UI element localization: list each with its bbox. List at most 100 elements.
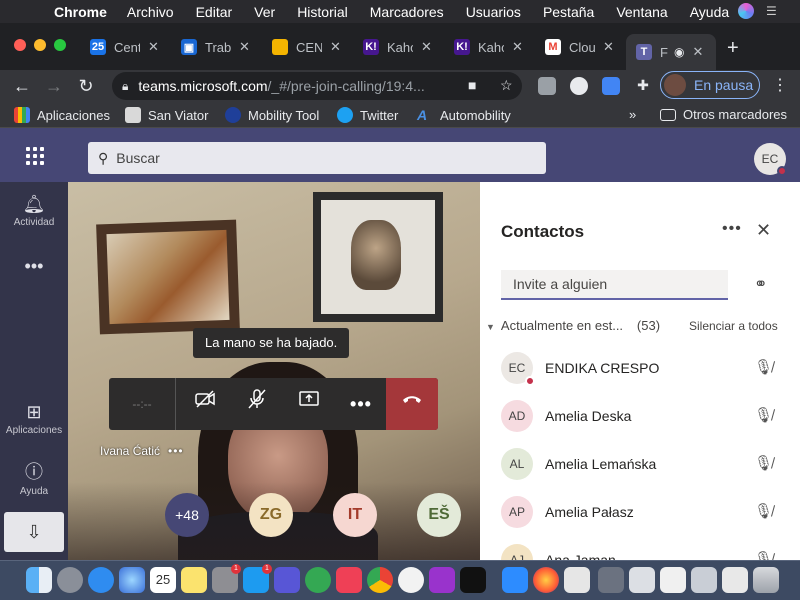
menu-usuarios[interactable]: Usuarios (466, 4, 521, 20)
recent-document-icon[interactable] (660, 567, 686, 593)
rail-actividad[interactable]: 🔔︎ Actividad (0, 194, 68, 228)
tab-close-icon[interactable]: ✕ (148, 39, 159, 55)
app-launcher-icon[interactable] (26, 147, 44, 165)
menu-ventana[interactable]: Ventana (616, 4, 667, 20)
recent-document-icon[interactable] (722, 567, 748, 593)
menu-archivo[interactable]: Archivo (127, 4, 174, 20)
recent-document-icon[interactable] (598, 567, 624, 593)
tab-close-icon[interactable]: ✕ (692, 44, 703, 60)
safari-icon[interactable] (88, 567, 114, 593)
rail-ayuda[interactable]: ⓘ Ayuda (0, 458, 68, 497)
apple-tv-icon[interactable] (460, 567, 486, 593)
chrome-menu-icon[interactable]: ⋮ (772, 75, 788, 95)
mute-all-button[interactable]: Silenciar a todos (689, 319, 778, 333)
extension-icon[interactable] (570, 77, 588, 95)
tab-close-icon[interactable]: ✕ (239, 39, 250, 55)
tab-close-icon[interactable]: ✕ (512, 39, 523, 55)
browser-tab[interactable]: ▣ Trab ✕ (181, 32, 250, 62)
zoom-icon[interactable] (502, 567, 528, 593)
menu-editar[interactable]: Editar (196, 4, 233, 20)
contact-row[interactable]: AL Amelia Lemańska 🎙︎̸ (501, 444, 781, 484)
recorder-icon[interactable] (398, 567, 424, 593)
other-bookmarks[interactable]: Otros marcadores (660, 107, 787, 122)
calendar-dock-icon[interactable]: 25 (150, 567, 176, 593)
recent-document-icon[interactable] (691, 567, 717, 593)
browser-tab[interactable]: CEN ✕ (272, 32, 341, 62)
contact-row[interactable]: EC ENDIKA CRESPO 🎙︎̸ (501, 348, 781, 388)
extensions-puzzle-icon[interactable]: ✚ (634, 77, 652, 95)
tab-close-icon[interactable]: ✕ (421, 39, 432, 55)
menu-marcadores[interactable]: Marcadores (370, 4, 444, 20)
app-menu[interactable]: Chrome (54, 4, 107, 20)
bookmark-aplicaciones[interactable]: Aplicaciones (14, 107, 110, 123)
pocket-icon[interactable] (336, 567, 362, 593)
zoom-window-icon[interactable] (54, 39, 66, 51)
search-box[interactable]: ⚲ Buscar (88, 142, 546, 174)
contact-row[interactable]: AP Amelia Pałasz 🎙︎̸ (501, 492, 781, 532)
new-tab-icon[interactable]: + (727, 37, 739, 60)
imovie-icon[interactable] (274, 567, 300, 593)
menu-ver[interactable]: Ver (254, 4, 275, 20)
siri-icon[interactable] (738, 3, 754, 19)
panel-more-icon[interactable]: ••• (722, 220, 742, 238)
rail-aplicaciones[interactable]: ⊞ Aplicaciones (0, 402, 68, 436)
lock-icon[interactable]: 🔒︎ (122, 79, 128, 94)
back-icon[interactable]: ← (10, 74, 34, 98)
share-screen-icon[interactable] (283, 378, 335, 430)
podcasts-icon[interactable] (429, 567, 455, 593)
address-bar[interactable]: 🔒︎ teams.microsoft.com/_#/pre-join-calli… (112, 72, 522, 100)
launchpad-icon[interactable] (57, 567, 83, 593)
invite-input[interactable] (501, 270, 728, 300)
chrome-dock-icon[interactable] (367, 567, 393, 593)
me-avatar[interactable]: EC (754, 143, 787, 176)
contact-row[interactable]: AD Amelia Deska 🎙︎̸ (501, 396, 781, 436)
stickies-icon[interactable] (181, 567, 207, 593)
recent-document-icon[interactable] (629, 567, 655, 593)
bookmarks-overflow-icon[interactable]: » (629, 107, 636, 122)
reload-icon[interactable]: ↻ (74, 74, 98, 98)
control-center-icon[interactable]: ☰ (766, 3, 782, 19)
system-preferences-icon[interactable]: 1 (212, 564, 241, 593)
camera-in-use-icon[interactable]: ■ (468, 77, 476, 93)
trash-icon[interactable] (753, 567, 779, 593)
keynote-icon[interactable] (564, 567, 590, 593)
mic-off-icon[interactable] (231, 378, 283, 430)
contact-row[interactable]: AJ Ana Jaman 🎙︎̸ (501, 540, 781, 560)
finder-icon[interactable] (26, 567, 52, 593)
participant-bubble[interactable]: EŠ (417, 493, 461, 537)
browser-tab[interactable]: M Clou ✕ (545, 32, 614, 62)
bookmark-twitter[interactable]: Twitter (337, 107, 398, 123)
participant-bubble[interactable]: ZG (249, 493, 293, 537)
forward-icon[interactable]: → (42, 74, 66, 98)
hang-up-button[interactable] (386, 378, 438, 430)
menu-ayuda[interactable]: Ayuda (690, 4, 729, 20)
app-store-icon[interactable]: 1 (243, 564, 272, 593)
extension-icon[interactable] (538, 77, 556, 95)
more-apps-icon[interactable]: ••• (0, 256, 68, 277)
tab-close-icon[interactable]: ✕ (330, 39, 341, 55)
bookmark-san-viator[interactable]: San Viator (125, 107, 208, 123)
browser-tab-active[interactable]: T F ◉ ✕ (626, 34, 716, 70)
firefox-icon[interactable] (533, 567, 559, 593)
bookmark-mobility-tool[interactable]: Mobility Tool (225, 107, 319, 123)
bookmark-automobility[interactable]: A Automobility (417, 107, 511, 123)
browser-tab[interactable]: K! Kaho ✕ (454, 32, 523, 62)
translate-extension-icon[interactable] (602, 77, 620, 95)
close-icon[interactable]: ✕ (756, 220, 771, 241)
copy-link-icon[interactable]: ⚭ (754, 274, 767, 294)
download-app-icon[interactable]: ⇩ (4, 512, 64, 552)
siri-dock-icon[interactable] (119, 567, 145, 593)
menu-historial[interactable]: Historial (297, 4, 348, 20)
tab-close-icon[interactable]: ✕ (603, 39, 614, 55)
browser-tab[interactable]: 25 Cent ✕ (90, 32, 159, 62)
profile-button[interactable]: En pausa (660, 71, 760, 99)
close-window-icon[interactable] (14, 39, 26, 51)
overflow-participants[interactable]: +48 (165, 493, 209, 537)
minimize-window-icon[interactable] (34, 39, 46, 51)
camera-off-icon[interactable] (179, 378, 231, 430)
more-actions-icon[interactable]: ••• (335, 378, 387, 430)
browser-tab[interactable]: K! Kaho ✕ (363, 32, 432, 62)
menu-pestana[interactable]: Pestaña (543, 4, 594, 20)
bookmark-star-icon[interactable]: ☆ (500, 77, 513, 94)
hangouts-icon[interactable] (305, 567, 331, 593)
